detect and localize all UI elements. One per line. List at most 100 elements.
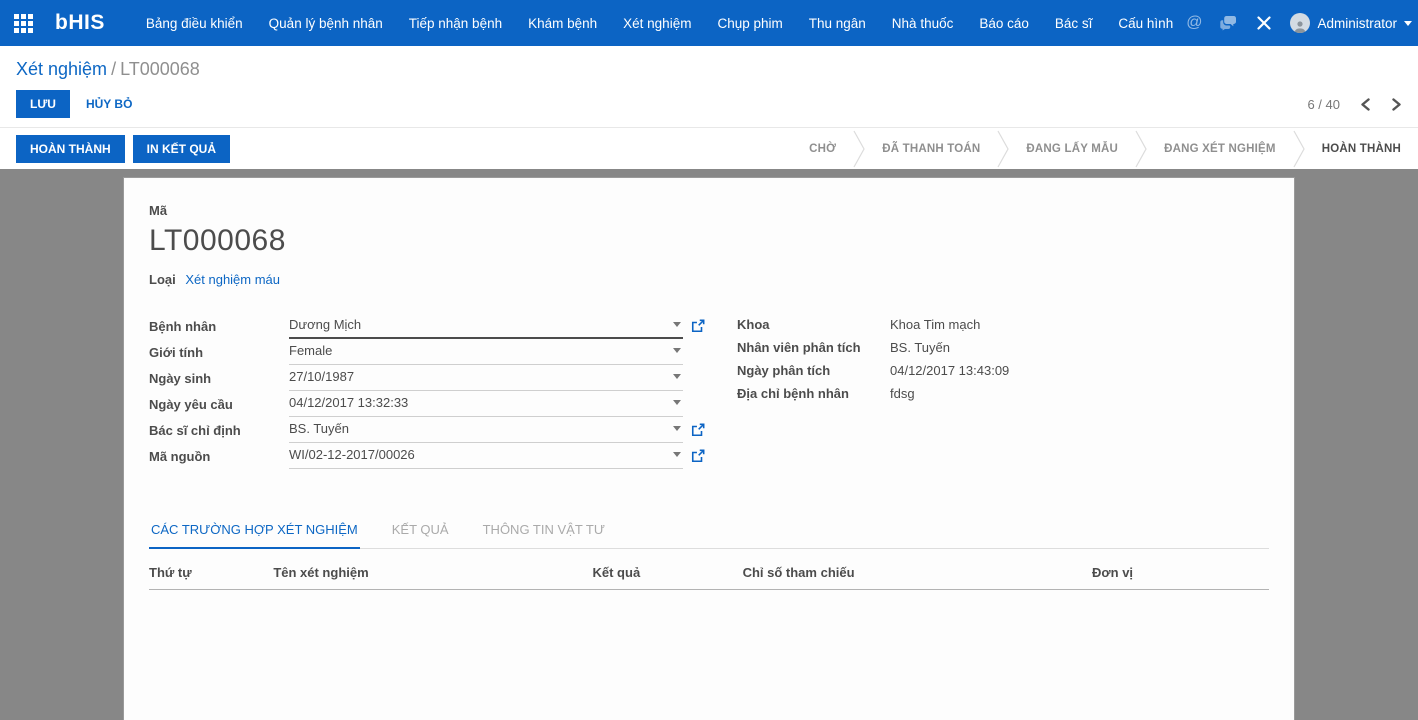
type-label: Loại <box>149 272 176 287</box>
department-value-link[interactable]: Khoa Tim mạch <box>890 317 980 332</box>
test-cases-table: Thứ tự Tên xét nghiệm Kết quả Chỉ số tha… <box>149 565 1269 590</box>
menu-imaging[interactable]: Chụp phim <box>704 0 795 46</box>
field-request-date: Ngày yêu cầu 04/12/2017 13:32:33 <box>149 391 705 417</box>
column-test-name[interactable]: Tên xét nghiệm <box>273 565 592 580</box>
field-gender: Giới tính Female <box>149 339 705 365</box>
ordering-doctor-label: Bác sĩ chỉ định <box>149 423 289 438</box>
birthdate-value[interactable]: 27/10/1987 <box>289 369 673 384</box>
source-code-value[interactable]: WI/02-12-2017/00026 <box>289 447 673 462</box>
column-unit[interactable]: Đơn vị <box>1092 565 1269 580</box>
action-buttons-row: HOÀN THÀNH IN KẾT QUẢ CHỜ ĐÃ THANH TOÁN … <box>0 127 1418 169</box>
breadcrumb-current: LT000068 <box>120 59 200 79</box>
field-groups: Bệnh nhân Dương Mịch Giới tính Female <box>149 313 1269 469</box>
external-link-icon[interactable] <box>691 449 705 463</box>
patient-label: Bệnh nhân <box>149 319 289 334</box>
print-result-button[interactable]: IN KẾT QUẢ <box>133 135 230 163</box>
patient-address-value: fdsg <box>890 386 915 401</box>
navbar-right: @ Administrator <box>1186 13 1412 33</box>
field-source-code: Mã nguồn WI/02-12-2017/00026 <box>149 443 705 469</box>
status-step-dang-lay-mau[interactable]: ĐANG LẤY MẪU <box>1009 143 1135 155</box>
mention-icon[interactable]: @ <box>1186 14 1202 32</box>
status-step-da-thanh-toan[interactable]: ĐÃ THANH TOÁN <box>865 143 997 155</box>
patient-address-label: Địa chỉ bệnh nhân <box>737 386 890 401</box>
ordering-doctor-input[interactable]: BS. Tuyến <box>289 417 683 443</box>
top-navbar: bHIS Bảng điều khiển Quản lý bệnh nhân T… <box>0 0 1418 46</box>
gender-select[interactable]: Female <box>289 339 683 365</box>
gender-label: Giới tính <box>149 345 289 360</box>
edit-buttons-row: LƯU HỦY BỎ 6 / 40 <box>0 82 1418 127</box>
menu-reports[interactable]: Báo cáo <box>966 0 1042 46</box>
request-date-input[interactable]: 04/12/2017 13:32:33 <box>289 391 683 417</box>
menu-settings[interactable]: Cấu hình <box>1105 0 1186 46</box>
debug-tools-icon[interactable] <box>1256 15 1272 31</box>
analyst-label: Nhân viên phân tích <box>737 340 890 355</box>
dropdown-caret-icon[interactable] <box>673 426 681 431</box>
menu-pharmacy[interactable]: Nhà thuốc <box>879 0 967 46</box>
menu-dashboard[interactable]: Bảng điều khiển <box>133 0 256 46</box>
pager: 6 / 40 <box>1307 97 1402 112</box>
breadcrumb-parent[interactable]: Xét nghiệm <box>16 59 107 79</box>
apps-grid-icon[interactable] <box>14 14 33 33</box>
status-chevron-icon <box>853 128 865 170</box>
external-link-icon[interactable] <box>691 319 705 333</box>
pager-next-icon[interactable] <box>1391 98 1402 111</box>
tab-material-info[interactable]: THÔNG TIN VẬT TƯ <box>481 513 607 548</box>
status-step-dang-xet-nghiem[interactable]: ĐANG XÉT NGHIỆM <box>1147 143 1293 155</box>
birthdate-input[interactable]: 27/10/1987 <box>289 365 683 391</box>
save-button[interactable]: LƯU <box>16 90 70 118</box>
dropdown-caret-icon[interactable] <box>673 400 681 405</box>
code-label: Mã <box>149 203 1269 218</box>
request-date-value[interactable]: 04/12/2017 13:32:33 <box>289 395 673 410</box>
menu-lab-test[interactable]: Xét nghiệm <box>610 0 704 46</box>
status-step-cho[interactable]: CHỜ <box>792 143 853 155</box>
field-patient: Bệnh nhân Dương Mịch <box>149 313 705 339</box>
user-menu[interactable]: Administrator <box>1290 13 1412 33</box>
chevron-down-icon <box>1404 21 1412 26</box>
pager-value: 6 / 40 <box>1307 97 1340 112</box>
dropdown-caret-icon[interactable] <box>673 322 681 327</box>
analysis-date-label: Ngày phân tích <box>737 363 890 378</box>
tab-results[interactable]: KẾT QUẢ <box>390 513 451 548</box>
discard-button[interactable]: HỦY BỎ <box>86 97 132 111</box>
dropdown-caret-icon[interactable] <box>673 374 681 379</box>
tab-test-cases[interactable]: CÁC TRƯỜNG HỢP XÉT NGHIỆM <box>149 513 360 549</box>
field-group-right: Khoa Khoa Tim mạch Nhân viên phân tích B… <box>737 313 1009 469</box>
ordering-doctor-value[interactable]: BS. Tuyến <box>289 421 673 436</box>
patient-value[interactable]: Dương Mịch <box>289 317 673 332</box>
menu-admission[interactable]: Tiếp nhận bệnh <box>396 0 515 46</box>
column-result[interactable]: Kết quả <box>593 565 743 580</box>
field-patient-address: Địa chỉ bệnh nhân fdsg <box>737 382 1009 405</box>
column-reference-index[interactable]: Chỉ số tham chiếu <box>743 565 1092 580</box>
analyst-value-link[interactable]: BS. Tuyến <box>890 340 950 355</box>
birthdate-label: Ngày sinh <box>149 371 289 386</box>
menu-patient-management[interactable]: Quản lý bệnh nhân <box>256 0 396 46</box>
gender-value[interactable]: Female <box>289 343 673 358</box>
field-department: Khoa Khoa Tim mạch <box>737 313 1009 336</box>
status-chevron-icon <box>1135 128 1147 170</box>
department-label: Khoa <box>737 317 890 332</box>
source-code-input[interactable]: WI/02-12-2017/00026 <box>289 443 683 469</box>
user-avatar-icon <box>1290 13 1310 33</box>
dropdown-caret-icon[interactable] <box>673 452 681 457</box>
field-group-left: Bệnh nhân Dương Mịch Giới tính Female <box>149 313 705 469</box>
menu-doctors[interactable]: Bác sĩ <box>1042 0 1106 46</box>
type-value-link[interactable]: Xét nghiệm máu <box>185 272 280 287</box>
analysis-date-value: 04/12/2017 13:43:09 <box>890 363 1009 378</box>
breadcrumb-separator: / <box>107 59 120 79</box>
pager-previous-icon[interactable] <box>1360 98 1371 111</box>
menu-cashier[interactable]: Thu ngân <box>796 0 879 46</box>
complete-button[interactable]: HOÀN THÀNH <box>16 135 125 163</box>
dropdown-caret-icon[interactable] <box>673 348 681 353</box>
source-code-label: Mã nguồn <box>149 449 289 464</box>
status-step-hoan-thanh[interactable]: HOÀN THÀNH <box>1305 143 1418 155</box>
menu-examination[interactable]: Khám bệnh <box>515 0 610 46</box>
column-sequence[interactable]: Thứ tự <box>149 565 273 580</box>
brand-logo[interactable]: bHIS <box>55 11 105 35</box>
request-date-label: Ngày yêu cầu <box>149 397 289 412</box>
table-header-row: Thứ tự Tên xét nghiệm Kết quả Chỉ số tha… <box>149 565 1269 590</box>
field-ordering-doctor: Bác sĩ chỉ định BS. Tuyến <box>149 417 705 443</box>
patient-input[interactable]: Dương Mịch <box>289 313 683 339</box>
messages-icon[interactable] <box>1220 15 1238 31</box>
external-link-icon[interactable] <box>691 423 705 437</box>
field-analysis-date: Ngày phân tích 04/12/2017 13:43:09 <box>737 359 1009 382</box>
